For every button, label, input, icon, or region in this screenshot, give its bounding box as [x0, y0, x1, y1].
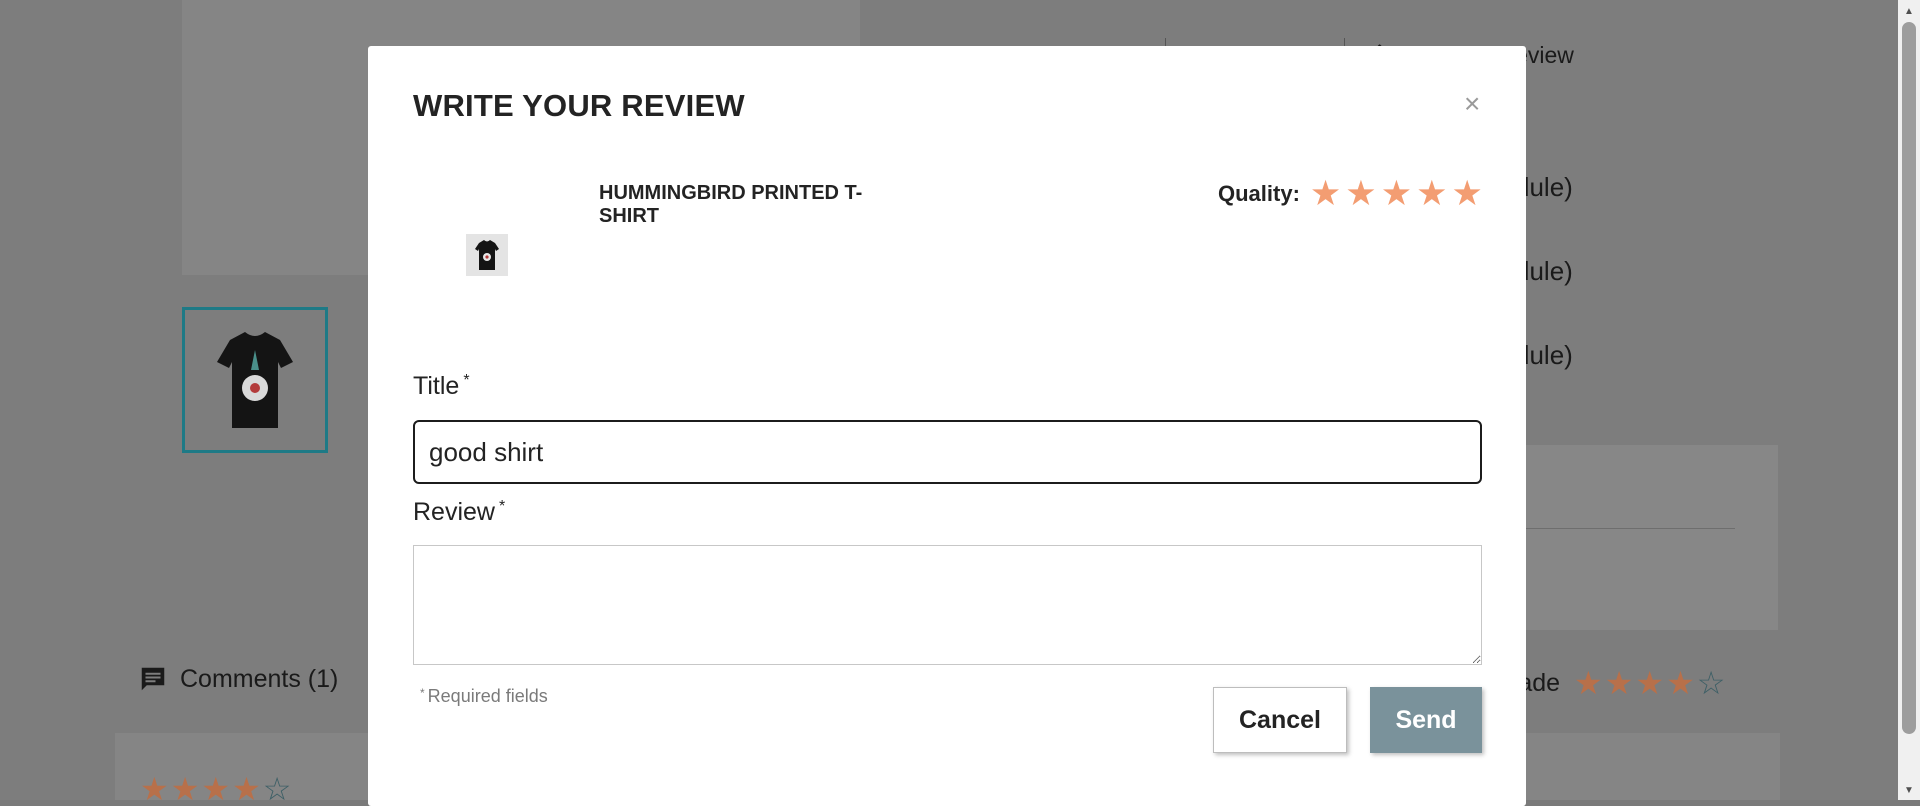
background-info-box	[1520, 445, 1778, 630]
quality-label: Quality:	[1218, 180, 1300, 206]
required-fields-note: * Required fields	[420, 686, 548, 706]
product-name: HUMMINGBIRD PRINTED T-SHIRT	[599, 182, 863, 227]
comment-rating-stars: ★★★★☆	[140, 771, 294, 800]
comment-icon	[141, 667, 165, 691]
quality-star-icon[interactable]: ★	[1416, 176, 1447, 211]
quality-star-icon[interactable]: ★	[1310, 176, 1341, 211]
scroll-down-arrow-icon[interactable]: ▼	[1898, 785, 1920, 796]
product-image	[466, 234, 508, 276]
review-field-label: Review *	[413, 498, 506, 526]
quality-star-icon[interactable]: ★	[1345, 176, 1376, 211]
quality-rating: Quality: ★ ★ ★ ★ ★	[1218, 176, 1483, 211]
tshirt-thumbnail-image	[185, 310, 325, 450]
modal-title: WRITE YOUR REVIEW	[413, 88, 745, 123]
review-textarea[interactable]	[413, 545, 1482, 665]
comments-label: Comments (1)	[180, 664, 339, 693]
comments-heading: Comments (1)	[138, 664, 338, 694]
cancel-button[interactable]: Cancel	[1213, 687, 1347, 753]
title-field-label: Title *	[413, 372, 470, 400]
quality-star-icon[interactable]: ★	[1451, 176, 1482, 211]
quality-star-icon[interactable]: ★	[1381, 176, 1412, 211]
page-scrollbar[interactable]: ▲ ▼	[1898, 0, 1920, 800]
scroll-up-arrow-icon[interactable]: ▲	[1898, 6, 1920, 17]
send-button[interactable]: Send	[1370, 687, 1482, 753]
write-review-modal: WRITE YOUR REVIEW × HUMMINGBIRD PRINTED …	[368, 46, 1526, 806]
close-button[interactable]: ×	[1464, 90, 1480, 118]
average-grade: rade ★★★★☆	[1510, 664, 1727, 702]
quality-stars: ★ ★ ★ ★ ★	[1310, 176, 1483, 211]
title-input[interactable]	[413, 420, 1482, 484]
product-thumbnail-selected[interactable]	[182, 307, 328, 453]
tshirt-image	[466, 234, 508, 276]
grade-stars: ★★★★☆	[1574, 665, 1728, 701]
scrollbar-thumb[interactable]	[1902, 22, 1916, 734]
